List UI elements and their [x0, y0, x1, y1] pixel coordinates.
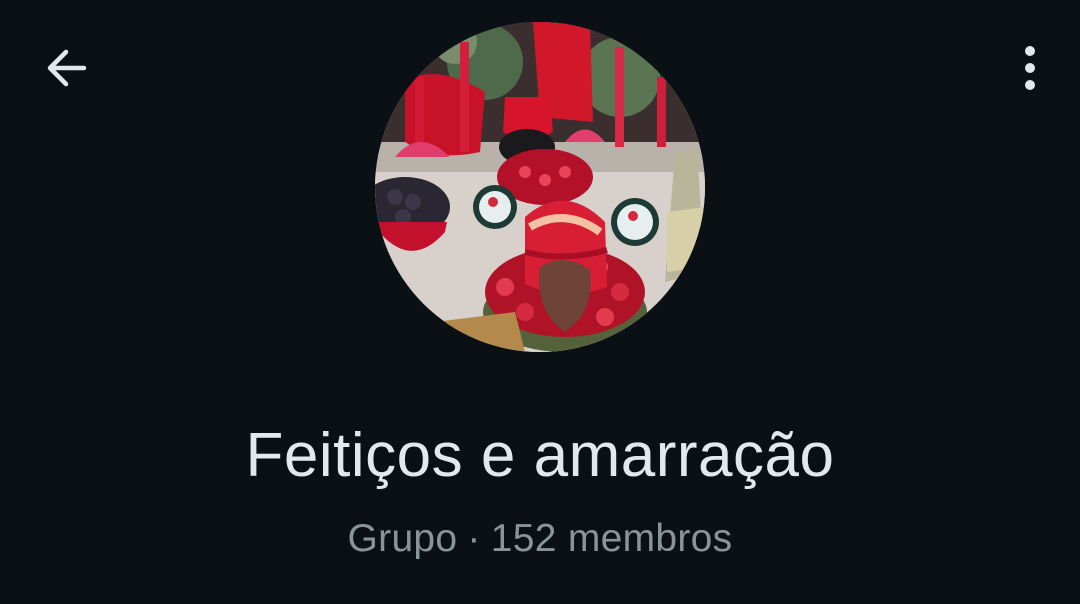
group-type: Grupo — [347, 517, 458, 560]
arrow-left-icon — [47, 49, 87, 87]
group-info-screen: Feitiços e amarração Grupo · 152 membros — [0, 0, 1080, 604]
more-vertical-icon — [1025, 46, 1035, 90]
more-options-button[interactable] — [1010, 36, 1050, 100]
member-count: 152 membros — [490, 517, 733, 560]
group-name: Feitiços e amarração — [245, 421, 835, 490]
back-button[interactable] — [34, 36, 98, 100]
group-subtitle: Grupo · 152 membros — [0, 515, 1080, 563]
separator: · — [467, 517, 481, 560]
group-photo — [375, 22, 705, 352]
group-avatar[interactable] — [375, 22, 705, 352]
